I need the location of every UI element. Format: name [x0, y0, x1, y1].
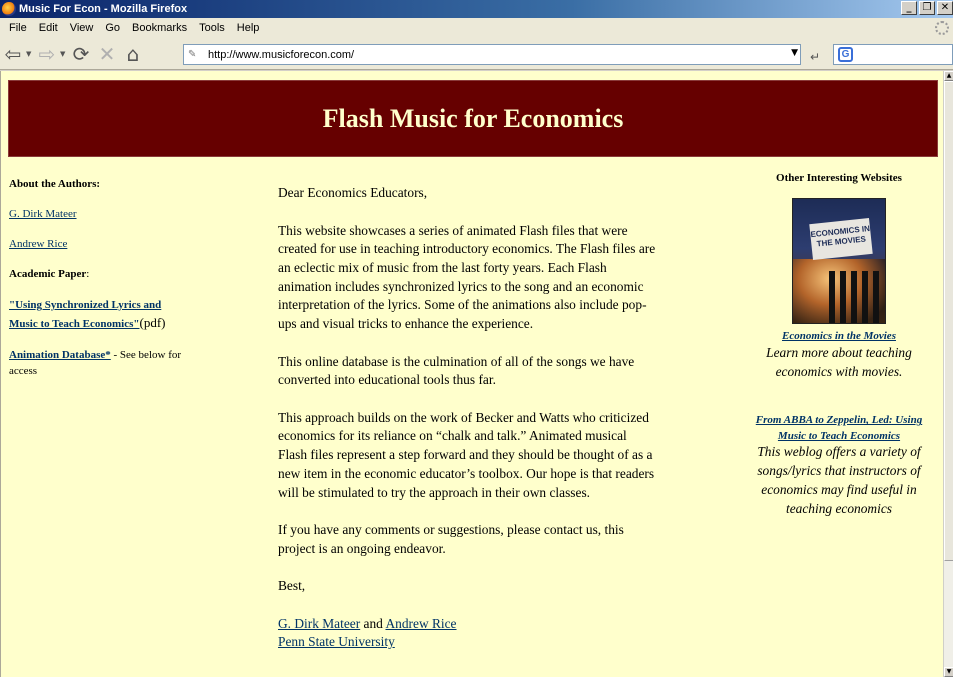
navigation-toolbar: ⇦ ▼ ⇨ ▼ ⟳ ✕ ⌂ ✎ http://www.musicforecon.…	[0, 38, 953, 70]
letter-paragraph-1: This website showcases a series of anima…	[278, 222, 656, 332]
poster-figures	[829, 271, 883, 323]
forward-dropdown-icon[interactable]: ▼	[60, 50, 68, 58]
menu-go[interactable]: Go	[99, 22, 126, 34]
page-icon: ✎	[188, 48, 197, 60]
about-authors-heading: About the Authors:	[9, 178, 101, 190]
menu-edit[interactable]: Edit	[33, 22, 64, 34]
menu-file[interactable]: File	[3, 22, 33, 34]
author-link-mateer[interactable]: G. Dirk Mateer	[9, 208, 77, 220]
page-viewport: Flash Music for Economics About the Auth…	[0, 71, 943, 677]
academic-paper-heading: Academic Paper	[9, 268, 87, 280]
home-icon[interactable]: ⌂	[120, 41, 146, 67]
other-websites-heading: Other Interesting Websites	[776, 172, 902, 184]
main-letter: Dear Economics Educators, This website s…	[278, 184, 658, 652]
letter-paragraph-2: This online database is the culmination …	[278, 353, 635, 388]
abba-zeppelin-link[interactable]: From ABBA to Zeppelin, Led: Using Music …	[756, 414, 922, 442]
economics-movies-poster-image[interactable]: ECONOMICS IN THE MOVIES	[792, 198, 886, 324]
university-link[interactable]: Penn State University	[278, 634, 395, 649]
letter-paragraph-4: If you have any comments or suggestions,…	[278, 522, 624, 556]
go-icon[interactable]: ↵	[810, 50, 820, 64]
vertical-scrollbar[interactable]: ▲ ▼	[943, 71, 953, 677]
scrollbar-thumb[interactable]	[944, 81, 953, 561]
letter-signature: G. Dirk Mateer and Andrew Rice Penn State…	[278, 615, 658, 652]
letter-closing: Best,	[278, 578, 306, 594]
economics-movies-link[interactable]: Economics in the Movies	[782, 330, 896, 342]
window-title: Music For Econ - Mozilla Firefox	[19, 3, 188, 15]
back-dropdown-icon[interactable]: ▼	[26, 50, 34, 58]
animation-database-link[interactable]: Animation Database*	[9, 349, 111, 361]
scroll-up-icon[interactable]: ▲	[944, 71, 953, 81]
left-sidebar: About the Authors: G. Dirk Mateer Andrew…	[9, 176, 189, 379]
signature-and: and	[360, 615, 386, 631]
forward-icon[interactable]: ⇨	[34, 41, 60, 67]
scroll-down-icon[interactable]: ▼	[944, 667, 953, 677]
author-link-rice[interactable]: Andrew Rice	[9, 238, 67, 250]
right-sidebar: Other Interesting Websites ECONOMICS IN …	[741, 172, 937, 518]
close-icon[interactable]: ✕	[937, 1, 953, 15]
menu-view[interactable]: View	[64, 22, 100, 34]
search-field[interactable]: G	[833, 44, 953, 65]
back-icon[interactable]: ⇦	[0, 41, 26, 67]
signature-link-mateer[interactable]: G. Dirk Mateer	[278, 616, 360, 631]
letter-greeting: Dear Economics Educators,	[278, 185, 428, 200]
minimize-icon[interactable]: _	[901, 1, 917, 15]
poster-sign-text: ECONOMICS IN THE MOVIES	[809, 217, 873, 261]
menu-tools[interactable]: Tools	[193, 22, 231, 34]
signature-link-rice[interactable]: Andrew Rice	[385, 616, 456, 631]
academic-paper-colon: :	[86, 268, 90, 280]
stop-icon[interactable]: ✕	[94, 41, 120, 67]
menu-bar: File Edit View Go Bookmarks Tools Help	[0, 18, 953, 38]
window-controls: _ ❐ ✕	[901, 1, 953, 15]
letter-paragraph-3: This approach builds on the work of Beck…	[278, 409, 655, 500]
url-text[interactable]: http://www.musicforecon.com/	[208, 49, 354, 61]
page-banner: Flash Music for Economics	[8, 80, 938, 157]
url-bar[interactable]: ✎ http://www.musicforecon.com/ ▼	[183, 44, 801, 65]
search-engine-icon[interactable]: G	[838, 47, 853, 62]
menu-bookmarks[interactable]: Bookmarks	[126, 22, 193, 34]
economics-movies-description: Learn more about teaching economics with…	[766, 345, 912, 379]
page-title: Flash Music for Economics	[322, 103, 624, 133]
firefox-logo-icon	[2, 2, 16, 16]
window-title-bar: Music For Econ - Mozilla Firefox _ ❐ ✕	[0, 0, 953, 18]
reload-icon[interactable]: ⟳	[68, 41, 94, 67]
url-dropdown-icon[interactable]: ▼	[791, 48, 798, 58]
menu-help[interactable]: Help	[231, 22, 266, 34]
abba-zeppelin-description: This weblog offers a variety of songs/ly…	[757, 444, 921, 516]
paper-format-note: (pdf)	[139, 315, 166, 330]
throbber-icon	[935, 21, 949, 35]
maximize-icon[interactable]: ❐	[919, 1, 935, 15]
